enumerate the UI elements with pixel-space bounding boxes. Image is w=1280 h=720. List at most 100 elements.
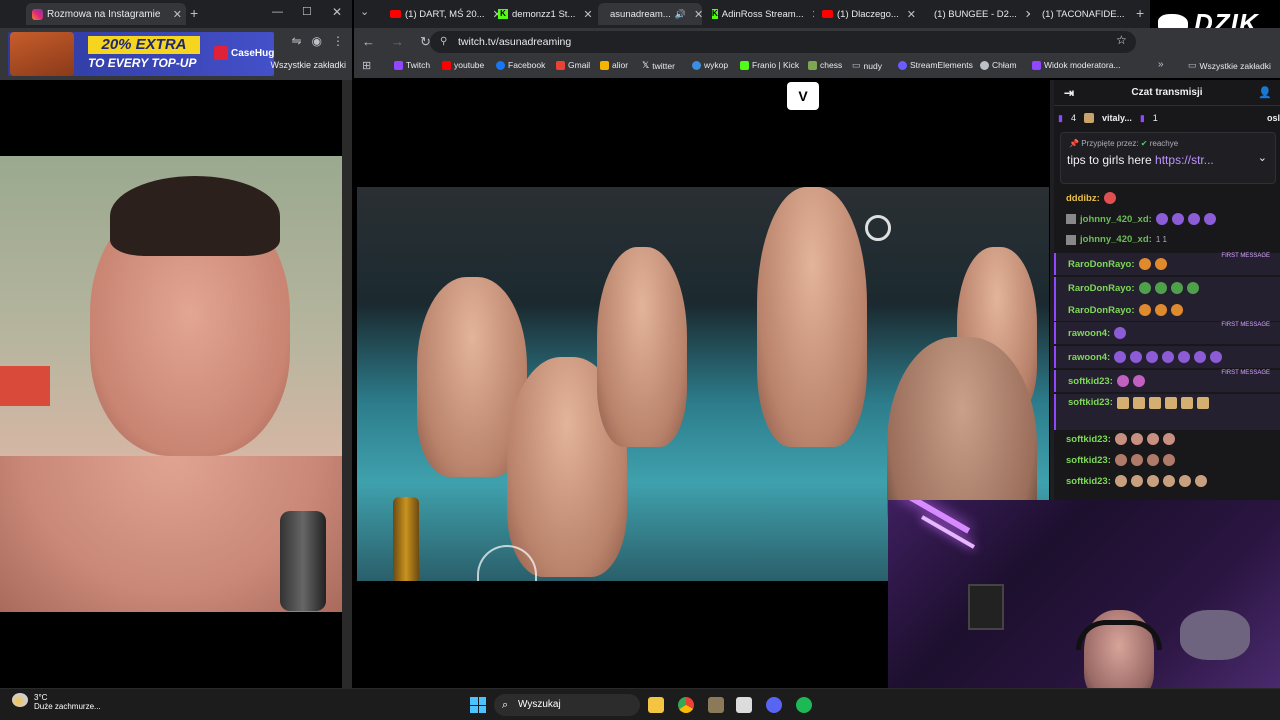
tab-dlaczego[interactable]: (1) Dlaczego... ✕ xyxy=(814,3,922,25)
tab-instagram[interactable]: Rozmowa na Instagramie ✕ xyxy=(26,3,186,25)
chat-message: softkid23: xyxy=(1066,475,1207,487)
nav-buttons: ← → ↻ xyxy=(362,34,431,50)
new-tab-button[interactable]: + xyxy=(190,5,198,21)
tab-search-button[interactable]: ⌄ xyxy=(360,5,369,18)
collapse-chat-icon[interactable]: ⇥ xyxy=(1064,80,1074,106)
kick-icon xyxy=(740,60,749,70)
url-text: twitch.tv/asunadreaming xyxy=(458,36,572,48)
person xyxy=(597,247,687,447)
shoebox xyxy=(0,366,50,406)
back-icon[interactable]: ← xyxy=(362,34,375,50)
close-icon[interactable]: ✕ xyxy=(173,8,182,21)
bookmark-streamelements[interactable]: StreamElements xyxy=(898,60,973,70)
more-bookmarks-icon[interactable]: » xyxy=(1158,59,1164,70)
bookmark-alior[interactable]: alior xyxy=(600,60,628,70)
caller-hair xyxy=(110,176,280,256)
twitch-icon xyxy=(1032,60,1041,70)
bookmark-gmail[interactable]: Gmail xyxy=(556,60,590,70)
chat-message: softkid23: xyxy=(1066,454,1175,466)
chat-message: dddibz: xyxy=(1066,192,1116,204)
windows-start-icon[interactable] xyxy=(470,697,486,713)
site-info-icon[interactable]: ⚲ xyxy=(440,31,447,53)
address-bar[interactable]: ⚲ twitch.tv/asunadreaming xyxy=(430,31,1136,53)
folder-icon: ▭ xyxy=(1188,60,1197,70)
audio-icon[interactable]: 🔊 xyxy=(675,9,686,20)
bookmark-wykop[interactable]: wykop xyxy=(692,60,728,70)
forward-icon[interactable]: → xyxy=(391,34,404,50)
bookmark-kick[interactable]: Franio | Kick xyxy=(740,60,799,70)
weather-widget[interactable]: 3°C Duże zachmurze... xyxy=(12,693,101,711)
close-window-button[interactable]: ✕ xyxy=(332,5,342,19)
all-bookmarks-label[interactable]: Wszystkie zakładki xyxy=(270,60,346,70)
apps-icon[interactable]: ⊞ xyxy=(362,59,371,72)
taskbar-search[interactable]: ⌕ Wyszukaj xyxy=(494,694,640,716)
pinned-link[interactable]: https://str... xyxy=(1155,153,1214,167)
chat-message: johnny_420_xd: 1 1 xyxy=(1066,234,1167,245)
streamer-webcam xyxy=(888,500,1280,688)
emote-icon xyxy=(1130,475,1143,487)
chevron-down-icon[interactable]: ⌄ xyxy=(1258,151,1267,164)
bookmark-mod-view[interactable]: Widok moderatora... xyxy=(1032,60,1121,70)
left-toolbar-icons: ⇋ ◉ ⋮ xyxy=(291,34,344,48)
heart-emote-icon xyxy=(1171,213,1184,225)
emote-icon xyxy=(1180,397,1193,409)
users-icon[interactable]: 👤 xyxy=(1258,80,1272,106)
minimize-button[interactable]: — xyxy=(272,6,283,18)
pinned-message[interactable]: 📌 Przypięte przez: ✔ reachye tips to gir… xyxy=(1060,132,1276,184)
close-icon[interactable]: ✕ xyxy=(1133,8,1134,21)
tab-demonzz1[interactable]: K demonzz1 St... ✕ xyxy=(490,3,600,25)
badge-icon xyxy=(1066,234,1076,245)
tab-taconafide[interactable]: (1) TACONAFIDE... ✕ xyxy=(1030,3,1134,25)
star-icon[interactable]: ☆ xyxy=(1116,33,1127,47)
heart-emote-icon xyxy=(1203,213,1216,225)
app-icon[interactable] xyxy=(736,697,752,713)
discord-icon[interactable] xyxy=(766,697,782,713)
app-icon[interactable] xyxy=(708,697,724,713)
spotify-icon[interactable] xyxy=(796,697,812,713)
right-tab-bar: ⌄ (1) DART, MŚ 20... ✕ K demonzz1 St... … xyxy=(354,0,1150,28)
alior-icon xyxy=(600,60,609,70)
chat-message: RaroDonRayo: xyxy=(1054,299,1280,321)
tab-adinross[interactable]: K AdinRoss Stream... ✕ xyxy=(704,3,814,25)
casehug-logo-icon xyxy=(214,46,228,60)
close-icon[interactable]: ✕ xyxy=(694,8,702,21)
left-scrollbar[interactable] xyxy=(342,80,352,688)
bookmark-nudy[interactable]: ▭ nudy xyxy=(852,60,882,71)
globe-icon xyxy=(980,60,989,70)
tab-bungee[interactable]: (1) BUNGEE - D2... ✕ xyxy=(922,3,1030,25)
file-explorer-icon[interactable] xyxy=(648,697,664,713)
bookmark-facebook[interactable]: Facebook xyxy=(496,60,545,70)
bookmark-twitter[interactable]: 𝕏twitter xyxy=(642,60,675,71)
gift-leaderboard[interactable]: ▮ 4 vitaly... ▮ 1 osl xyxy=(1058,110,1280,126)
maximize-button[interactable]: ☐ xyxy=(302,5,312,18)
streamelements-icon xyxy=(898,60,907,70)
menu-icon[interactable]: ⋮ xyxy=(332,34,344,48)
instagram-icon xyxy=(32,8,43,20)
folder-icon: ▭ xyxy=(852,60,861,70)
bookmark-chess[interactable]: chess xyxy=(808,60,842,70)
media-control-icon[interactable]: ⇋ xyxy=(291,34,301,48)
all-bookmarks-folder[interactable]: ▭ Wszystkie zakładki xyxy=(1188,60,1271,71)
tab-asunadreaming[interactable]: asunadream... 🔊 ✕ xyxy=(598,3,702,25)
close-icon[interactable]: ✕ xyxy=(583,8,592,21)
ad-banner[interactable]: 20% EXTRA TO EVERY TOP-UP CaseHug xyxy=(8,32,274,76)
chrome-icon[interactable] xyxy=(678,697,694,713)
heart-emote-icon xyxy=(1114,351,1127,363)
instagram-video-call xyxy=(0,156,342,612)
heart-emote-icon xyxy=(1194,351,1207,363)
bookmark-chlam[interactable]: Chłam xyxy=(980,60,1017,70)
chat-message: softkid23: xyxy=(1054,394,1280,430)
bookmark-twitch[interactable]: Twitch xyxy=(394,60,430,70)
verified-icon: ✔ xyxy=(1140,139,1148,148)
emote-icon xyxy=(1114,454,1127,466)
close-icon[interactable]: ✕ xyxy=(907,8,916,21)
heart-emote-icon xyxy=(1155,213,1168,225)
neon-light xyxy=(897,500,971,534)
emote-icon xyxy=(1154,304,1167,316)
profile-icon[interactable]: ◉ xyxy=(312,34,322,48)
new-tab-button[interactable]: + xyxy=(1136,5,1144,21)
gift-icon: ▮ xyxy=(1139,112,1145,123)
weather-desc: Duże zachmurze... xyxy=(34,702,101,711)
bookmark-youtube[interactable]: youtube xyxy=(442,60,484,70)
ad-headline: 20% EXTRA xyxy=(88,36,200,54)
